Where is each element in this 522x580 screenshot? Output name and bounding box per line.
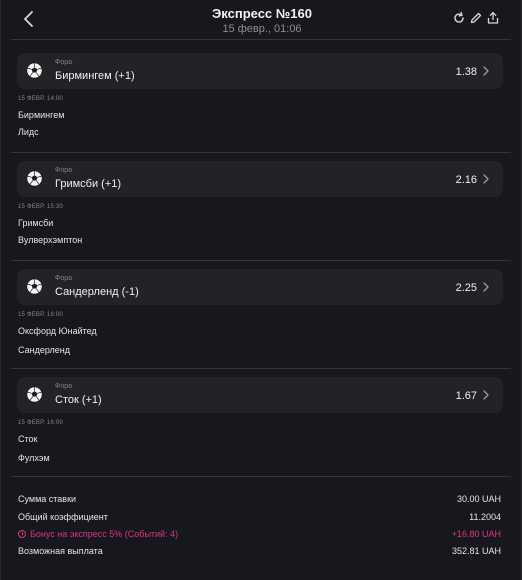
stake-row: Сумма ставки 30.00 UAH (18, 494, 501, 508)
divider (11, 39, 511, 40)
info-icon[interactable] (18, 530, 26, 538)
divider (11, 368, 511, 369)
payout-value: 352.81 UAH (451, 546, 501, 556)
pick-label: Сандерленд (-1) (55, 286, 139, 298)
soccer-ball-icon (26, 386, 43, 403)
stake-label: Сумма ставки (18, 494, 77, 504)
edit-icon[interactable] (469, 11, 483, 25)
chevron-right-icon (483, 66, 489, 76)
chevron-right-icon (483, 174, 489, 184)
bet-card[interactable]: Фора Гримсби (+1) 2.16 (17, 161, 503, 197)
divider (11, 260, 511, 261)
team-home: Бирмингем (18, 110, 65, 120)
pick-label: Гримсби (+1) (55, 178, 122, 190)
bet-card[interactable]: Фора Бирмингем (+1) 1.38 (17, 53, 503, 89)
bonus-value: +16.80 UAH (451, 529, 501, 539)
odds-value: 1.38 (455, 66, 477, 78)
divider (11, 152, 511, 153)
pick-label: Сток (+1) (55, 394, 102, 406)
market-label: Фора (55, 275, 73, 282)
payout-row: Возможная выплата 352.81 UAH (18, 546, 501, 560)
team-away: Сандерленд (18, 345, 71, 355)
match-date: 15 ФЕВР, 16:00 (18, 420, 63, 426)
chevron-right-icon (483, 390, 489, 400)
pick-label: Бирмингем (+1) (55, 70, 135, 82)
page-title: Экспресс №160 (212, 6, 312, 21)
team-home: Гримсби (18, 218, 54, 228)
bonus-row[interactable]: Бонус на экспресс 5% (Событий: 4) +16.80… (18, 529, 501, 543)
soccer-ball-icon (26, 170, 43, 187)
refresh-icon[interactable] (452, 11, 466, 25)
share-icon[interactable] (486, 11, 500, 25)
soccer-ball-icon (26, 62, 43, 79)
market-label: Фора (55, 167, 73, 174)
odds-value: 1.67 (455, 390, 477, 402)
chevron-right-icon (483, 282, 489, 292)
match-date: 15 ФЕВР, 14:00 (18, 96, 63, 102)
team-away: Вулверхэмптон (18, 235, 83, 245)
coef-row: Общий коэффициент 11.2004 (18, 512, 501, 526)
app-frame: Экспресс №160 15 февр., 01:06 Фора Бирми… (0, 0, 522, 580)
payout-label: Возможная выплата (18, 546, 103, 556)
team-home: Сток (18, 434, 38, 444)
market-label: Фора (55, 59, 73, 66)
match-date: 15 ФЕВР, 15:30 (18, 204, 63, 210)
odds-value: 2.16 (455, 174, 477, 186)
stake-value: 30.00 UAH (456, 494, 501, 504)
bet-card[interactable]: Фора Сток (+1) 1.67 (17, 377, 503, 413)
bonus-label: Бонус на экспресс 5% (Событий: 4) (30, 529, 179, 539)
header: Экспресс №160 15 февр., 01:06 (1, 0, 522, 40)
team-away: Лидс (18, 127, 39, 137)
coef-label: Общий коэффициент (18, 512, 108, 522)
team-home: Оксфорд Юнайтед (18, 326, 97, 336)
market-label: Фора (55, 383, 73, 390)
divider (11, 476, 511, 477)
bonus-label-wrap: Бонус на экспресс 5% (Событий: 4) (18, 529, 178, 539)
soccer-ball-icon (26, 278, 43, 295)
team-away: Фулхэм (18, 453, 50, 463)
page-subtitle: 15 февр., 01:06 (222, 23, 302, 35)
coef-value: 11.2004 (469, 512, 501, 522)
bet-card[interactable]: Фора Сандерленд (-1) 2.25 (17, 269, 503, 305)
match-date: 15 ФЕВР, 16:00 (18, 312, 63, 318)
odds-value: 2.25 (455, 282, 477, 294)
